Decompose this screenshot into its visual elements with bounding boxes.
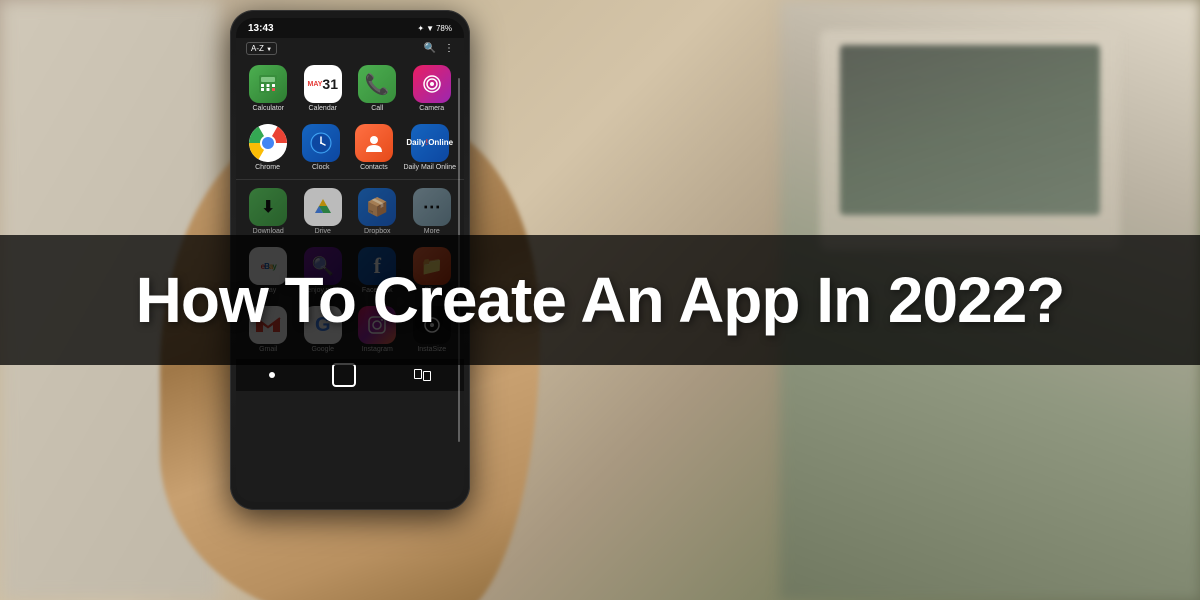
app-grid-row4: eBay eBay 🔍 enjoy.now f Facebook 📁 [236,241,464,300]
header-icons: 🔍 ⋮ [424,43,454,54]
calculator-label: Calculator [252,105,284,112]
app-icon-contacts[interactable]: Contacts [350,124,397,171]
contacts-label: Contacts [360,164,388,171]
dailymail-icon: Daily!Online [411,124,449,162]
menu-icon[interactable]: ⋮ [444,43,454,54]
status-bar: 13:43 ✦ ▼ 78% [236,18,464,38]
app-drawer-header: A-Z ▼ 🔍 ⋮ [236,38,464,59]
dropbox-status-icon: ✦ [417,24,424,33]
wifi-icon: ▼ [426,24,434,33]
google-label: Google [311,346,334,353]
app-icon-clock[interactable]: Clock [297,124,344,171]
contacts-icon [355,124,393,162]
dropbox-label: Dropbox [364,228,390,235]
app-icon-call[interactable]: 📞 Call [353,65,402,112]
ebay-icon: eBay [249,247,287,285]
bg-laptop-screen [840,45,1100,215]
dropbox-icon: 📦 [358,188,396,226]
facebook-label: Facebook [362,287,393,294]
app-icon-facebook[interactable]: f Facebook [353,247,402,294]
camera-icon [413,65,451,103]
instagram-label: Instagram [362,346,393,353]
phone: 13:43 ✦ ▼ 78% A-Z ▼ 🔍 ⋮ [230,10,470,510]
enjoynow-label: enjoy.now [307,287,338,294]
app-icon-instasize[interactable]: InstaSize [408,306,457,353]
more-icon: ⋯ [413,188,451,226]
status-icons: ✦ ▼ 78% [417,24,452,33]
download-label: Download [253,228,284,235]
clock-label: Clock [312,164,330,171]
instasize-label: InstaSize [417,346,446,353]
recents-button[interactable] [414,369,431,381]
search-icon[interactable]: 🔍 [424,43,436,54]
sort-label[interactable]: A-Z ▼ [246,42,277,55]
calendar-icon: MAY 31 [304,65,342,103]
app-icon-more[interactable]: ⋯ More [408,188,457,235]
back-button[interactable] [269,372,275,378]
app-icon-ebay[interactable]: eBay eBay [244,247,293,294]
dailymail-label: Daily Mail Online [403,164,456,171]
page-container: 13:43 ✦ ▼ 78% A-Z ▼ 🔍 ⋮ [0,0,1200,600]
app-icon-files[interactable]: 📁 Files [408,247,457,294]
gmail-icon [249,306,287,344]
chrome-label: Chrome [255,164,280,171]
app-icon-camera[interactable]: Camera [408,65,457,112]
drive-label: Drive [315,228,331,235]
app-icon-gmail[interactable]: Gmail [244,306,293,353]
home-button[interactable] [332,363,356,387]
hand-area: 13:43 ✦ ▼ 78% A-Z ▼ 🔍 ⋮ [140,0,600,600]
calculator-icon [249,65,287,103]
status-time: 13:43 [248,23,274,34]
app-grid-row2: Chrome Clock [236,118,464,177]
phone-screen: 13:43 ✦ ▼ 78% A-Z ▼ 🔍 ⋮ [236,18,464,502]
facebook-icon: f [358,247,396,285]
drive-icon [304,188,342,226]
battery-icon: 78% [436,24,452,33]
instagram-icon [358,306,396,344]
app-icon-google[interactable]: G Google [299,306,348,353]
app-grid-row1: Calculator MAY 31 Calendar 📞 Call [236,59,464,118]
app-icon-instagram[interactable]: Instagram [353,306,402,353]
scroll-indicator [458,78,460,442]
app-icon-download[interactable]: ⬇ Download [244,188,293,235]
app-icon-chrome[interactable]: Chrome [244,124,291,171]
ebay-label: eBay [260,287,276,294]
app-icon-calendar[interactable]: MAY 31 Calendar [299,65,348,112]
gmail-label: Gmail [259,346,277,353]
app-divider-1 [236,179,464,180]
app-icon-dropbox[interactable]: 📦 Dropbox [353,188,402,235]
call-label: Call [371,105,383,112]
clock-icon [302,124,340,162]
chrome-icon [249,124,287,162]
files-icon: 📁 [413,247,451,285]
app-icon-calculator[interactable]: Calculator [244,65,293,112]
app-grid-row3: ⬇ Download Drive [236,182,464,241]
app-icon-drive[interactable]: Drive [299,188,348,235]
instasize-icon [413,306,451,344]
call-icon: 📞 [358,65,396,103]
app-icon-enjoynow[interactable]: 🔍 enjoy.now [299,247,348,294]
bottom-nav [236,359,464,391]
files-label: Files [424,287,439,294]
camera-label: Camera [419,105,444,112]
google-icon: G [304,306,342,344]
more-label: More [424,228,440,235]
app-icon-dailymail[interactable]: Daily!Online Daily Mail Online [403,124,456,171]
calendar-label: Calendar [309,105,337,112]
download-icon: ⬇ [249,188,287,226]
enjoynow-icon: 🔍 [304,247,342,285]
app-grid-row5: Gmail G Google [236,300,464,359]
